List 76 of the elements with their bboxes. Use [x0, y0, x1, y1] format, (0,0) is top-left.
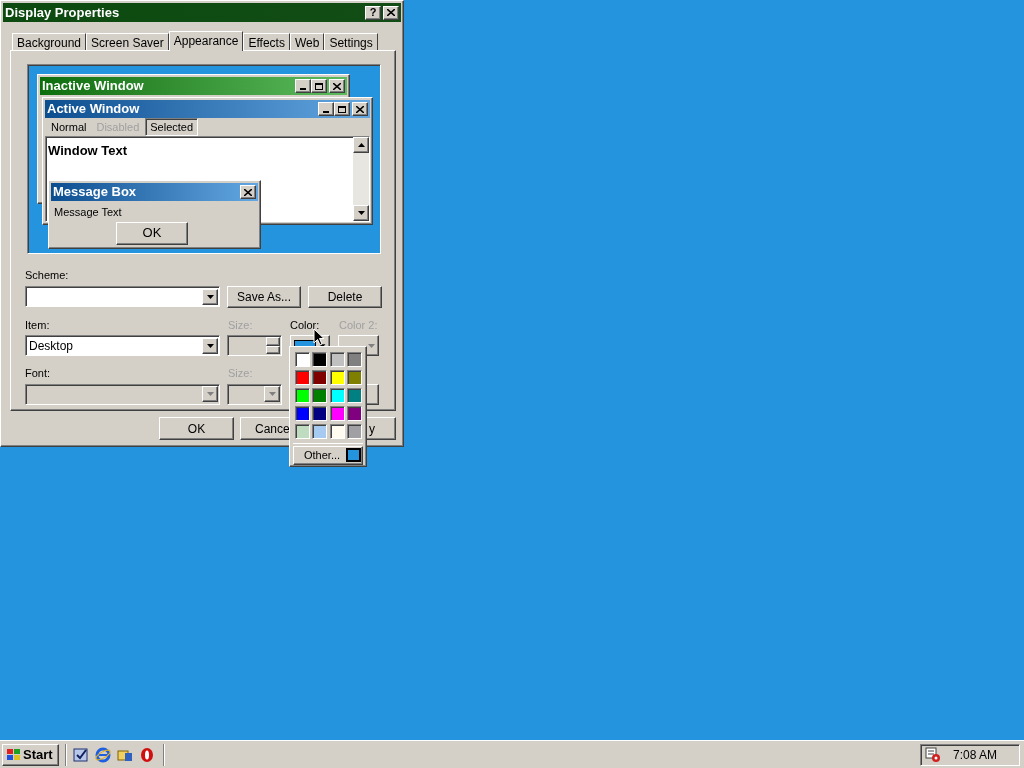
color-swatch[interactable] [329, 424, 345, 439]
tab[interactable]: Effects [243, 33, 290, 50]
clock[interactable]: 7:08 AM [953, 745, 998, 764]
color-swatch[interactable] [295, 352, 310, 367]
message-text: Message Text [53, 205, 123, 220]
color-swatch[interactable] [312, 424, 328, 439]
scrollbar[interactable] [353, 137, 369, 221]
field-label: Scheme: [25, 268, 70, 283]
windows-flag-icon [5, 747, 21, 762]
caret-icon [206, 343, 214, 348]
window-title: Message Box [53, 183, 137, 202]
maximize-button[interactable] [311, 79, 327, 93]
color-swatch[interactable] [295, 424, 310, 439]
desktop-icon[interactable] [73, 746, 89, 763]
field-label: Item: [25, 317, 51, 333]
item-dropdown[interactable]: Desktop [25, 335, 220, 356]
caret-icon [206, 392, 214, 396]
delete-button[interactable]: Delete [308, 285, 382, 308]
color-swatch[interactable] [346, 388, 362, 403]
dropdown-value: Desktop [28, 337, 74, 355]
caret-icon [206, 294, 214, 299]
color-swatch[interactable] [295, 406, 310, 421]
close-icon [387, 9, 395, 16]
field-label: Font: [25, 366, 52, 381]
color-swatch[interactable] [295, 388, 310, 403]
caret-icon [268, 392, 276, 396]
window-title: Active Window [47, 100, 140, 119]
color-swatch[interactable] [312, 388, 328, 403]
letter-o-icon[interactable] [139, 746, 155, 763]
menu-item[interactable]: Selected [145, 117, 199, 137]
ok-button[interactable]: OK [159, 417, 234, 440]
close-button[interactable] [329, 79, 345, 93]
start-button[interactable]: Start [2, 743, 59, 766]
dropdown-button[interactable] [202, 288, 218, 305]
maximize-button[interactable] [334, 102, 350, 116]
color-swatch[interactable] [329, 406, 345, 421]
tab[interactable]: Background [12, 33, 87, 50]
color-swatch[interactable] [346, 406, 362, 421]
browser-icon[interactable] [95, 746, 111, 763]
tab[interactable]: Screen Saver [86, 33, 169, 50]
minimize-button[interactable] [318, 102, 334, 116]
scheme-dropdown[interactable] [25, 286, 220, 307]
down-arrow-icon [357, 211, 365, 215]
menu-item[interactable]: Normal [47, 118, 91, 136]
color-swatch[interactable] [329, 388, 345, 403]
minimize-button[interactable] [295, 79, 311, 93]
color-swatch[interactable] [312, 352, 328, 367]
tab[interactable]: Appearance [168, 31, 244, 51]
close-icon [244, 188, 252, 196]
save-as-button[interactable]: Save As... [227, 285, 301, 308]
scheduler-icon[interactable] [925, 746, 941, 763]
help-button[interactable]: ? [365, 5, 381, 20]
caret-icon [368, 343, 375, 348]
up-arrow-icon [357, 143, 365, 147]
color-swatch[interactable] [312, 406, 328, 421]
other-button[interactable]: Other... [293, 446, 363, 465]
close-icon [356, 105, 364, 113]
window-title: Inactive Window [42, 77, 144, 96]
window-text: Window Text [48, 143, 128, 158]
close-button[interactable] [383, 5, 399, 20]
window-title: Display Properties [5, 3, 120, 22]
tab[interactable]: Settings [324, 33, 378, 50]
color-swatch[interactable] [295, 370, 310, 385]
tab[interactable]: Web [289, 33, 325, 50]
dropdown-button[interactable] [202, 337, 218, 354]
color-swatch[interactable] [346, 370, 362, 385]
color-swatch[interactable] [346, 424, 362, 439]
ok-button[interactable]: OK [116, 221, 188, 245]
color-swatch[interactable] [312, 370, 328, 385]
close-icon [333, 82, 341, 90]
close-button[interactable] [352, 102, 368, 116]
field-label: Color: [290, 317, 321, 333]
close-button[interactable] [240, 185, 256, 199]
color-swatch[interactable] [329, 370, 345, 385]
color-swatch[interactable] [329, 352, 345, 367]
color-swatch[interactable] [346, 352, 362, 367]
